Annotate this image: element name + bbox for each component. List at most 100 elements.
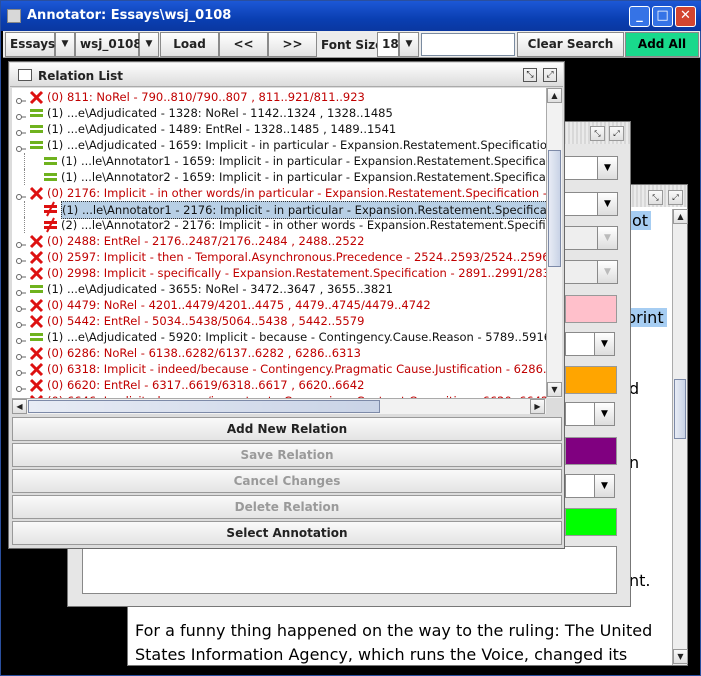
tree-expand-handle-icon[interactable] [16,189,26,200]
relation-row[interactable]: (0) 4479: NoRel - 4201..4479/4201..4475 … [12,297,546,313]
relation-row[interactable]: (0) 5442: EntRel - 5034..5438/5064..5438… [12,313,546,329]
relation-row[interactable]: (0) 2176: Implicit - in other words/in p… [12,185,546,201]
chevron-down-icon[interactable]: ▼ [597,193,617,215]
tree-expand-handle-icon[interactable] [16,301,26,312]
java-app-icon [7,9,21,23]
font-size-arrow-icon[interactable]: ▼ [399,32,419,57]
file-combo-arrow-icon[interactable]: ▼ [139,32,159,57]
document-maximize-icon[interactable]: ⤢ [668,190,683,205]
tree-expand-handle-icon[interactable] [16,333,26,344]
chevron-down-icon[interactable]: ▼ [597,157,617,179]
add-new-relation-button[interactable]: Add New Relation [12,417,562,441]
relation-row[interactable]: (1) ...e\Adjudicated - 1328: NoRel - 114… [12,105,546,121]
relation-list-titlebar[interactable]: Relation List ⤡ ⤢ [10,63,563,87]
title-bar[interactable]: Annotator: Essays\wsj_0108 _ □ ✕ [1,1,701,31]
scroll-down-icon[interactable]: ▼ [673,649,688,664]
relation-row[interactable]: (1) ...le\Annotator2 - 1659: Implicit - … [12,169,546,185]
comment-textarea[interactable] [82,546,617,594]
select-annotation-button[interactable]: Select Annotation [12,521,562,545]
maximize-button[interactable]: □ [652,6,673,27]
tree-expand-handle-icon[interactable] [16,381,26,392]
tree-expand-handle-icon[interactable] [16,237,26,248]
relation-row-label: (1) ...le\Annotator2 - 1659: Implicit - … [61,170,546,184]
relation-row[interactable]: (1) ...e\Adjudicated - 1659: Implicit - … [12,137,546,153]
save-relation-button[interactable]: Save Relation [12,443,562,467]
relation-row[interactable]: (0) 6318: Implicit - indeed/because - Co… [12,361,546,377]
tree-expand-handle-icon[interactable] [16,365,26,376]
next-button[interactable]: >> [268,32,317,57]
toolbar: Essays ▼ wsj_0108 ▼ Load << >> Font Size… [3,31,700,58]
relation-row[interactable]: (0) 2998: Implicit - specifically - Expa… [12,265,546,281]
document-restore-icon[interactable]: ⤡ [648,190,663,205]
document-text[interactable]: For a funny thing happened on the way to… [135,619,655,667]
relation-row[interactable]: (1) ...e\Adjudicated - 5920: Implicit - … [12,329,546,345]
font-size-combo[interactable]: 18 [377,32,399,57]
agree-equals-icon [43,153,58,169]
relation-row-label: (0) 2176: Implicit - in other words/in p… [47,186,546,200]
relation-row-label: (0) 5442: EntRel - 5034..5438/5064..5438… [47,314,365,328]
relation-row[interactable]: (0) 2488: EntRel - 2176..2487/2176..2484… [12,233,546,249]
tree-expand-handle-icon[interactable] [16,269,26,280]
close-button[interactable]: ✕ [675,6,696,27]
scroll-right-icon[interactable]: ▶ [530,399,545,414]
color-swatch-green [565,508,617,536]
tree-expand-handle-icon[interactable] [16,125,26,136]
chevron-down-icon[interactable]: ▼ [594,333,614,355]
prev-button[interactable]: << [219,32,268,57]
editor-combo[interactable]: ▼ [565,474,615,498]
relation-row-label: (0) 2597: Implicit - then - Temporal.Asy… [47,250,546,264]
tree-branch-line [24,153,40,169]
tree-hscroll-thumb[interactable] [28,400,380,413]
scroll-left-icon[interactable]: ◀ [12,399,27,414]
delete-relation-button[interactable]: Delete Relation [12,495,562,519]
editor-restore-icon[interactable]: ⤡ [590,126,605,141]
window-title: Annotator: Essays\wsj_0108 [27,8,232,23]
relation-row[interactable]: (1) ...e\Adjudicated - 3655: NoRel - 347… [12,281,546,297]
relation-row[interactable]: (1) ...le\Annotator1 - 2176: Implicit - … [12,201,546,219]
tree-expand-handle-icon[interactable] [16,141,26,152]
chevron-down-icon[interactable]: ▼ [594,475,614,497]
cancel-changes-button[interactable]: Cancel Changes [12,469,562,493]
tree-expand-handle-icon[interactable] [16,349,26,360]
chevron-down-icon: ▼ [597,227,617,249]
scroll-up-icon[interactable]: ▲ [673,209,688,224]
color-swatch-orange [565,366,617,394]
tree-expand-handle-icon[interactable] [16,285,26,296]
relation-row[interactable]: (0) 2597: Implicit - then - Temporal.Asy… [12,249,546,265]
chevron-down-icon[interactable]: ▼ [594,403,614,425]
tree-vertical-scrollbar[interactable]: ▲ ▼ [546,88,562,398]
minimize-button[interactable]: _ [629,6,650,27]
document-scrollbar[interactable]: ▲ ▼ [672,209,688,665]
add-all-button[interactable]: Add All [625,32,699,57]
relation-row[interactable]: (1) ...e\Adjudicated - 1489: EntRel - 13… [12,121,546,137]
corpus-combo-arrow-icon[interactable]: ▼ [55,32,75,57]
restore-icon[interactable]: ⤡ [523,68,537,82]
editor-combo[interactable]: ▼ [565,332,615,356]
relation-row[interactable]: (1) ...le\Annotator1 - 1659: Implicit - … [12,153,546,169]
relation-row[interactable]: (2) ...le\Annotator2 - 2176: Implicit - … [12,217,546,233]
relation-row[interactable]: (0) 6286: NoRel - 6138..6282/6137..6282 … [12,345,546,361]
search-input[interactable] [421,33,515,56]
document-scroll-thumb[interactable] [674,379,686,439]
tree-expand-handle-icon[interactable] [16,317,26,328]
file-combo[interactable]: wsj_0108 [75,32,142,57]
clear-search-button[interactable]: Clear Search [517,32,624,57]
chevron-down-icon: ▼ [597,261,617,283]
tree-expand-handle-icon[interactable] [16,253,26,264]
load-button[interactable]: Load [160,32,219,57]
tree-scroll-thumb[interactable] [548,150,561,267]
relation-tree[interactable]: (0) 811: NoRel - 790..810/790..807 , 811… [12,88,546,398]
tree-expand-handle-icon[interactable] [16,109,26,120]
maximize-icon[interactable]: ⤢ [543,68,557,82]
scroll-up-icon[interactable]: ▲ [547,88,562,103]
tree-expand-handle-icon[interactable] [16,93,26,104]
scroll-down-icon[interactable]: ▼ [547,382,562,397]
disagree-x-icon [29,89,44,105]
tree-horizontal-scrollbar[interactable]: ◀ ▶ [12,398,546,414]
editor-maximize-icon[interactable]: ⤢ [609,126,624,141]
editor-combo[interactable]: ▼ [565,402,615,426]
relation-row[interactable]: (0) 6620: EntRel - 6317..6619/6318..6617… [12,377,546,393]
relation-row[interactable]: (0) 811: NoRel - 790..810/790..807 , 811… [12,89,546,105]
corpus-combo[interactable]: Essays [5,32,55,57]
relation-row-label: (1) ...e\Adjudicated - 1659: Implicit - … [47,138,546,152]
